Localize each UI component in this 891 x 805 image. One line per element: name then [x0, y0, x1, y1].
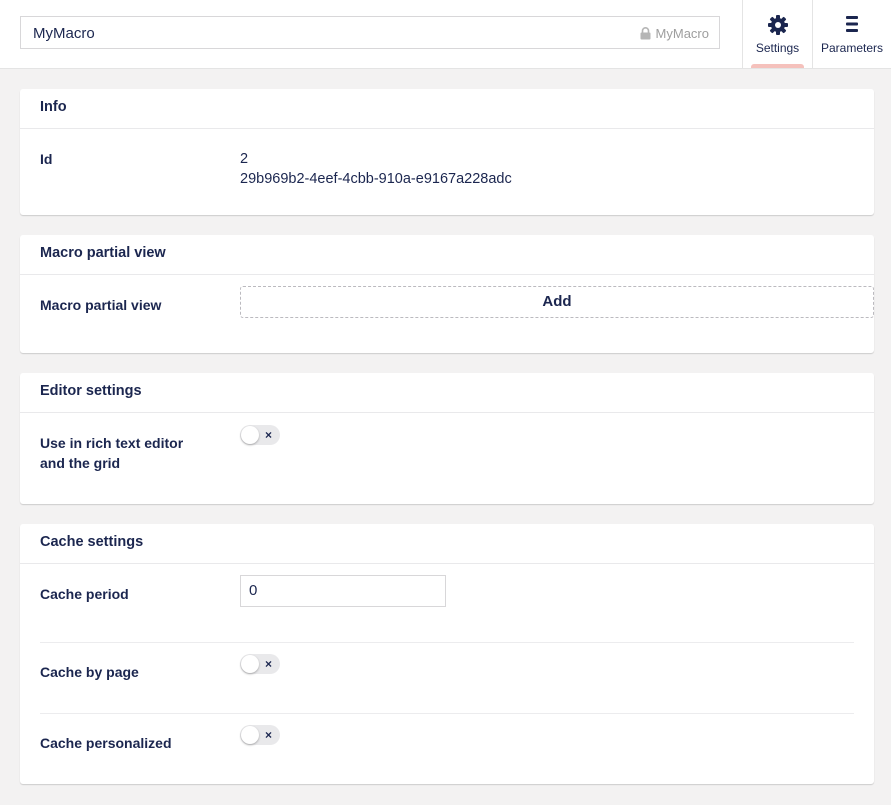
alias-value: MyMacro [655, 26, 709, 41]
add-partial-view-button[interactable]: Add [240, 286, 874, 318]
guid-value: 29b969b2-4eef-4cbb-910a-e9167a228adc [240, 171, 512, 187]
id-value: 2 [240, 151, 249, 167]
cache-settings-panel-title: Cache settings [20, 524, 874, 564]
cache-personalized-toggle[interactable]: × [240, 725, 280, 745]
rte-label: Use in rich text editor and the grid [40, 435, 184, 471]
rte-toggle[interactable]: × [240, 425, 280, 445]
lock-icon[interactable] [640, 27, 651, 40]
partial-view-label: Macro partial view [40, 297, 162, 313]
alias-field[interactable]: MyMacro [640, 26, 709, 41]
tab-settings[interactable]: Settings [742, 0, 812, 68]
editor-tabs: Settings Parameters [742, 0, 891, 68]
gear-icon [743, 14, 812, 36]
cache-settings-panel: Cache settings Cache period 0 Cache by p… [20, 524, 874, 784]
toggle-off-icon: × [264, 657, 272, 671]
row-divider [40, 642, 854, 643]
partial-view-panel-title: Macro partial view [20, 235, 874, 275]
tab-settings-label: Settings [755, 41, 800, 55]
toggle-knob [241, 426, 259, 444]
row-divider [40, 713, 854, 714]
info-panel-title: Info [20, 89, 874, 129]
id-label: Id [40, 151, 53, 167]
cache-personalized-label: Cache personalized [40, 735, 172, 751]
cache-by-page-label: Cache by page [40, 664, 139, 680]
editor-settings-panel: Editor settings Use in rich text editor … [20, 373, 874, 504]
list-icon [813, 14, 891, 36]
editor-settings-panel-title: Editor settings [20, 373, 874, 413]
macro-name-input[interactable]: MyMacro MyMacro [20, 16, 720, 49]
toggle-knob [241, 726, 259, 744]
partial-view-panel: Macro partial view Macro partial view Ad… [20, 235, 874, 353]
active-tab-indicator [751, 64, 804, 68]
toggle-off-icon: × [264, 728, 272, 742]
cache-by-page-toggle[interactable]: × [240, 654, 280, 674]
info-panel: Info Id 2 29b969b2-4eef-4cbb-910a-e9167a… [20, 89, 874, 215]
editor-header: MyMacro MyMacro Settings Parameters [0, 0, 891, 69]
cache-period-label: Cache period [40, 586, 129, 602]
cache-period-input[interactable]: 0 [240, 575, 446, 607]
toggle-off-icon: × [264, 428, 272, 442]
tab-parameters-label: Parameters [820, 41, 884, 55]
toggle-knob [241, 655, 259, 673]
tab-parameters[interactable]: Parameters [812, 0, 891, 68]
macro-name-value[interactable]: MyMacro [33, 25, 95, 42]
